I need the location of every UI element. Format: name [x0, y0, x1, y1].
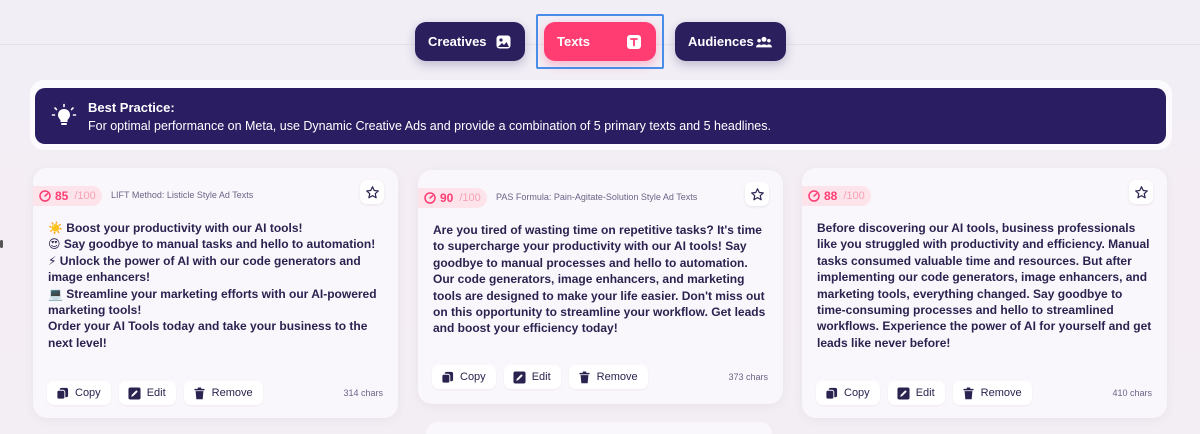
- ad-text-card: 90 /100 PAS Formula: Pain-Agitate-Soluti…: [418, 170, 783, 404]
- ad-text-body: ☀️ Boost your productivity with our AI t…: [48, 220, 383, 351]
- ad-text-line: Are you tired of wasting time on repetit…: [433, 223, 766, 336]
- copy-icon: [56, 387, 69, 400]
- edit-button[interactable]: Edit: [503, 365, 561, 389]
- score-max: /100: [74, 190, 96, 202]
- tab-audiences[interactable]: Audiences: [675, 22, 786, 61]
- copy-button[interactable]: Copy: [432, 365, 496, 389]
- copy-button[interactable]: Copy: [816, 381, 880, 405]
- ad-text-card: 85 /100 LIFT Method: Listicle Style Ad T…: [33, 168, 398, 418]
- card-actions: Copy Edit Remove: [432, 365, 648, 389]
- remove-label: Remove: [211, 387, 253, 399]
- trash-icon: [963, 386, 974, 399]
- copy-icon: [825, 387, 838, 400]
- star-icon: [365, 185, 379, 198]
- favorite-button[interactable]: [1129, 180, 1153, 204]
- edit-label: Edit: [146, 387, 166, 399]
- ad-text-body: Before discovering our AI tools, busines…: [817, 220, 1152, 351]
- score-max: /100: [459, 192, 481, 204]
- edit-icon: [897, 386, 910, 400]
- remove-label: Remove: [980, 387, 1022, 399]
- banner-text: For optimal performance on Meta, use Dyn…: [88, 119, 771, 133]
- copy-label: Copy: [75, 387, 101, 399]
- edit-label: Edit: [531, 371, 551, 383]
- ad-text-line: 💻 Streamline your marketing efforts with…: [48, 286, 377, 318]
- scroll-edge-marker: [0, 240, 3, 248]
- remove-button[interactable]: Remove: [952, 381, 1032, 405]
- favorite-button[interactable]: [360, 180, 384, 204]
- trash-icon: [579, 370, 590, 383]
- ad-text-body: Are you tired of wasting time on repetit…: [433, 222, 768, 337]
- trash-icon: [194, 386, 205, 399]
- gauge-icon: [808, 190, 820, 202]
- ad-text-line: 😍 Say goodbye to manual tasks and hello …: [48, 237, 376, 252]
- star-icon: [1134, 185, 1148, 198]
- tab-audiences-label: Audiences: [688, 34, 754, 49]
- remove-button[interactable]: Remove: [183, 381, 263, 405]
- score-value: 90: [440, 191, 454, 205]
- ad-text-line: Order your AI Tools today and take your …: [48, 319, 368, 350]
- score-value: 88: [824, 189, 838, 203]
- remove-label: Remove: [596, 371, 638, 383]
- edit-button[interactable]: Edit: [118, 381, 176, 405]
- edit-label: Edit: [915, 387, 935, 399]
- method-label: PAS Formula: Pain-Agitate-Solution Style…: [496, 192, 698, 202]
- copy-label: Copy: [460, 371, 486, 383]
- tab-creatives-label: Creatives: [428, 34, 487, 49]
- card-actions: Copy Edit Remove: [47, 381, 263, 405]
- char-count: 314 chars: [343, 388, 383, 398]
- lightbulb-icon: [51, 103, 77, 129]
- remove-button[interactable]: Remove: [568, 365, 648, 389]
- image-icon: [495, 34, 511, 50]
- favorite-button[interactable]: [745, 182, 769, 206]
- gauge-icon: [424, 192, 436, 204]
- people-icon: [756, 34, 772, 50]
- best-practice-banner: Best Practice: For optimal performance o…: [35, 88, 1166, 144]
- char-count: 410 chars: [1112, 388, 1152, 398]
- tab-focus-outline: [536, 14, 664, 69]
- edit-icon: [128, 386, 141, 400]
- char-count: 373 chars: [728, 372, 768, 382]
- score-badge: 85 /100: [33, 186, 102, 206]
- copy-button[interactable]: Copy: [47, 381, 111, 405]
- card-actions: Copy Edit Remove: [816, 381, 1032, 405]
- method-label: LIFT Method: Listicle Style Ad Texts: [111, 190, 254, 200]
- score-badge: 90 /100: [418, 188, 487, 208]
- score-value: 85: [55, 189, 69, 203]
- gauge-icon: [39, 190, 51, 202]
- ad-text-line: Before discovering our AI tools, busines…: [817, 221, 1152, 350]
- score-max: /100: [843, 190, 865, 202]
- copy-icon: [441, 371, 454, 384]
- ad-text-line: ⚡ Unlock the power of AI with our code g…: [48, 253, 361, 285]
- star-icon: [750, 187, 764, 200]
- tab-creatives[interactable]: Creatives: [415, 22, 525, 61]
- banner-title: Best Practice:: [88, 100, 175, 115]
- ad-text-line: ☀️ Boost your productivity with our AI t…: [48, 221, 303, 235]
- score-badge: 88 /100: [802, 186, 871, 206]
- copy-label: Copy: [844, 387, 870, 399]
- edit-icon: [513, 370, 526, 384]
- next-card-peek: [426, 422, 772, 434]
- ad-text-card: 88 /100 Before discovering our AI tools,…: [802, 168, 1167, 418]
- edit-button[interactable]: Edit: [887, 381, 945, 405]
